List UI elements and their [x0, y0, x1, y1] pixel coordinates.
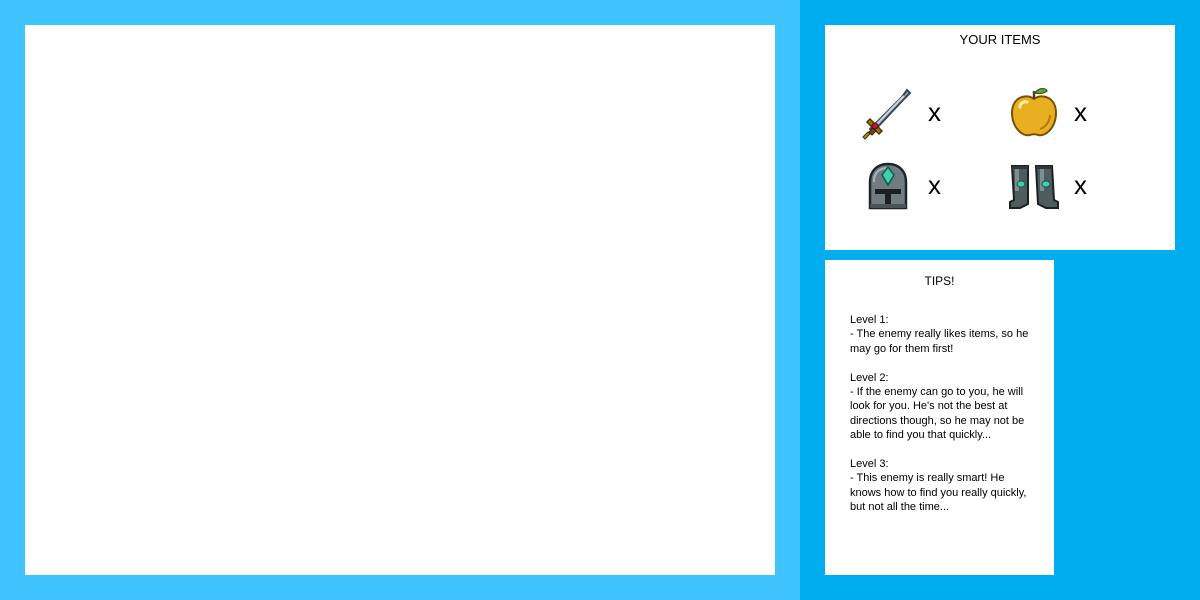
- tip-level-label: Level 2:: [850, 371, 889, 384]
- tips-panel: TIPS! Level 1: - The enemy really likes …: [825, 260, 1054, 575]
- tip-text: - If the enemy can go to you, he will lo…: [850, 386, 1025, 442]
- golden-apple-icon: [1010, 88, 1058, 137]
- items-panel-title: YOUR ITEMS: [959, 32, 1041, 47]
- tip-level-1: Level 1: - The enemy really likes items,…: [850, 313, 1035, 356]
- tips-panel-title: TIPS!: [924, 274, 955, 288]
- tip-text: - This enemy is really smart! He knows h…: [850, 472, 1027, 514]
- tips-list: Level 1: - The enemy really likes items,…: [850, 313, 1035, 529]
- helmet-icon: [868, 162, 908, 210]
- item-boots-count: x: [1074, 170, 1087, 200]
- item-boots: x: [1006, 158, 1136, 214]
- item-sword-count: x: [928, 97, 941, 127]
- sword-icon: [862, 88, 912, 140]
- item-golden-apple-count: x: [1074, 97, 1087, 127]
- tip-level-2: Level 2: - If the enemy can go to you, h…: [850, 371, 1035, 443]
- item-helmet-count: x: [928, 170, 941, 200]
- item-helmet: x: [860, 158, 990, 214]
- tip-level-3: Level 3: - This enemy is really smart! H…: [850, 457, 1035, 515]
- item-golden-apple: x: [1006, 85, 1136, 141]
- item-sword: x: [860, 85, 990, 141]
- game-canvas[interactable]: [25, 25, 775, 575]
- tip-text: - The enemy really likes items, so he ma…: [850, 328, 1029, 355]
- tip-level-label: Level 1:: [850, 314, 889, 326]
- boots-icon: [1009, 165, 1059, 209]
- tip-level-label: Level 3:: [850, 458, 889, 471]
